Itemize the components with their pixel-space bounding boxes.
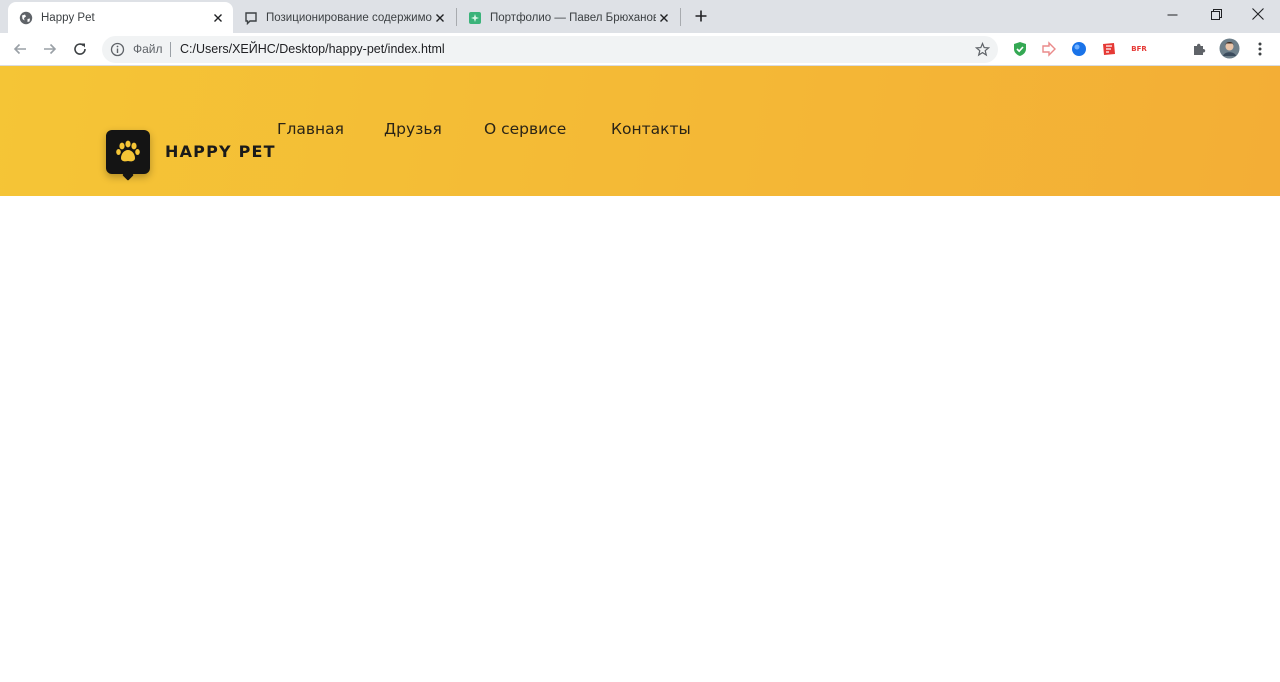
shield-icon[interactable] xyxy=(1011,40,1029,58)
green-square-icon xyxy=(468,11,482,25)
site-header: HAPPY PET Главная Друзья О сервисе Конта… xyxy=(0,66,1280,196)
brand-name[interactable]: HAPPY PET xyxy=(165,142,276,161)
chat-icon xyxy=(244,11,258,25)
close-icon[interactable] xyxy=(656,10,672,26)
browser-toolbar: Файл C:/Users/ХЕЙНС/Desktop/happy-pet/in… xyxy=(0,33,1280,66)
site-info-label[interactable]: Файл xyxy=(133,42,163,57)
close-icon[interactable] xyxy=(432,10,448,26)
tab-title: Позиционирование содержимого xyxy=(266,11,432,24)
logo-tail xyxy=(122,169,134,181)
close-icon[interactable] xyxy=(210,10,226,26)
tab-happy-pet[interactable]: Happy Pet xyxy=(8,2,233,33)
text-ext-icon[interactable]: BFR xyxy=(1130,40,1148,58)
reload-button[interactable] xyxy=(68,37,92,61)
kebab-menu-icon[interactable] xyxy=(1251,40,1269,58)
arrow-ext-icon[interactable] xyxy=(1040,40,1058,58)
restore-button[interactable] xyxy=(1194,0,1238,28)
minimize-button[interactable] xyxy=(1150,0,1194,28)
back-button[interactable] xyxy=(8,37,32,61)
nav-item-home[interactable]: Главная xyxy=(277,120,344,138)
url-text[interactable]: C:/Users/ХЕЙНС/Desktop/happy-pet/index.h… xyxy=(180,42,445,57)
nav-item-friends[interactable]: Друзья xyxy=(384,120,442,138)
puzzle-icon[interactable] xyxy=(1190,40,1208,58)
tab-positioning[interactable]: Позиционирование содержимого xyxy=(233,2,455,33)
new-tab-button[interactable] xyxy=(691,6,711,26)
tab-title: Портфолио — Павел Брюханов xyxy=(490,11,656,24)
tab-title: Happy Pet xyxy=(41,11,95,24)
omnibox-divider xyxy=(170,42,171,57)
logo[interactable] xyxy=(106,130,150,181)
address-bar[interactable]: Файл C:/Users/ХЕЙНС/Desktop/happy-pet/in… xyxy=(102,36,998,63)
bookmark-star-icon[interactable] xyxy=(974,41,991,57)
nav-item-contacts[interactable]: Контакты xyxy=(611,120,691,138)
tab-divider xyxy=(680,8,681,26)
info-icon[interactable] xyxy=(110,42,125,57)
red-ext-icon[interactable] xyxy=(1100,40,1118,58)
avatar[interactable] xyxy=(1219,38,1240,59)
globe-icon xyxy=(19,11,33,25)
blue-circle-icon[interactable] xyxy=(1070,40,1088,58)
forward-button[interactable] xyxy=(38,37,62,61)
close-window-button[interactable] xyxy=(1236,0,1280,28)
tab-strip: Happy Pet Позиционирование содержимого П… xyxy=(0,0,1280,33)
nav-item-about[interactable]: О сервисе xyxy=(484,120,566,138)
paw-icon xyxy=(116,140,140,162)
tab-portfolio[interactable]: Портфолио — Павел Брюханов xyxy=(457,2,679,33)
